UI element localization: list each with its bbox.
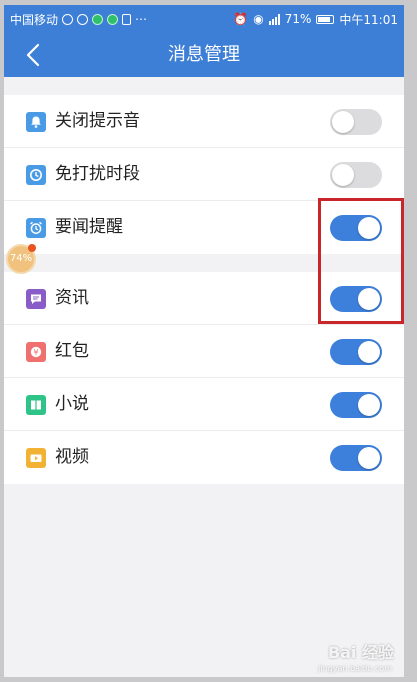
book-icon: [26, 395, 46, 415]
setting-row-headline-alerts[interactable]: 要闻提醒: [4, 201, 404, 254]
setting-label: 资讯: [55, 288, 89, 308]
signal-icon: [268, 13, 280, 25]
setting-row-video[interactable]: 视频: [4, 431, 404, 484]
red-packet-icon: ¥: [26, 342, 46, 362]
cloud-notification-icon: [77, 13, 89, 25]
setting-label: 免打扰时段: [55, 164, 140, 184]
battery-icon: [316, 14, 335, 24]
watermark-logo: Bai 经验: [327, 643, 394, 662]
floating-ball-text: 74%: [9, 253, 33, 264]
wechat-icon: [107, 13, 119, 25]
status-right: ⏰ ◉ 71% 中午11:01: [233, 11, 398, 28]
alarm-icon: ⏰: [233, 12, 249, 26]
setting-row-mute-sound[interactable]: 关闭提示音: [4, 95, 404, 148]
setting-row-novel[interactable]: 小说: [4, 378, 404, 431]
alarm-clock-icon: [26, 218, 46, 238]
nav-bar: 消息管理: [4, 33, 404, 77]
headline-alerts-toggle[interactable]: [330, 215, 382, 241]
watermark-url: jingyan.baidu.com: [318, 664, 392, 673]
app-notification-icon: [62, 13, 74, 25]
clock-time: 中午11:01: [339, 12, 398, 27]
setting-row-do-not-disturb[interactable]: 免打扰时段: [4, 148, 404, 201]
settings-group-general: 关闭提示音 免打扰时段 要闻提醒: [4, 95, 404, 254]
red-packet-toggle[interactable]: [330, 339, 382, 365]
phone-screen: 中国移动 ⋯ ⏰ ◉ 71% 中午11:01 消息管理 关闭提示音 免打扰时段 …: [4, 5, 404, 677]
setting-row-news[interactable]: 资讯: [4, 272, 404, 325]
page-title: 消息管理: [168, 44, 240, 65]
settings-group-content: 资讯 ¥ 红包 小说 视频: [4, 272, 404, 484]
floating-assistant-ball[interactable]: 74%: [6, 244, 36, 274]
setting-label: 要闻提醒: [55, 217, 123, 237]
video-toggle[interactable]: [330, 445, 382, 471]
message-icon: [26, 289, 46, 309]
setting-row-red-packet[interactable]: ¥ 红包: [4, 325, 404, 378]
setting-label: 关闭提示音: [55, 111, 140, 131]
svg-text:¥: ¥: [33, 348, 38, 357]
notification-dot: [28, 244, 36, 252]
do-not-disturb-toggle[interactable]: [330, 162, 382, 188]
more-notifications-icon: ⋯: [135, 12, 148, 26]
setting-label: 小说: [55, 394, 89, 414]
bell-icon: [26, 112, 46, 132]
news-toggle[interactable]: [330, 286, 382, 312]
novel-toggle[interactable]: [330, 392, 382, 418]
setting-label: 视频: [55, 447, 89, 467]
battery-percent: 71%: [284, 12, 312, 26]
mute-sound-toggle[interactable]: [330, 109, 382, 135]
video-icon: [26, 448, 46, 468]
status-bar: 中国移动 ⋯ ⏰ ◉ 71% 中午11:01: [4, 5, 404, 33]
carrier-label: 中国移动: [10, 12, 59, 27]
setting-label: 红包: [55, 341, 89, 361]
clock-icon: [26, 165, 46, 185]
status-left: 中国移动 ⋯: [10, 11, 147, 28]
green-app-icon: [92, 13, 104, 25]
lock-icon: [122, 13, 132, 25]
eye-icon: ◉: [253, 12, 264, 26]
